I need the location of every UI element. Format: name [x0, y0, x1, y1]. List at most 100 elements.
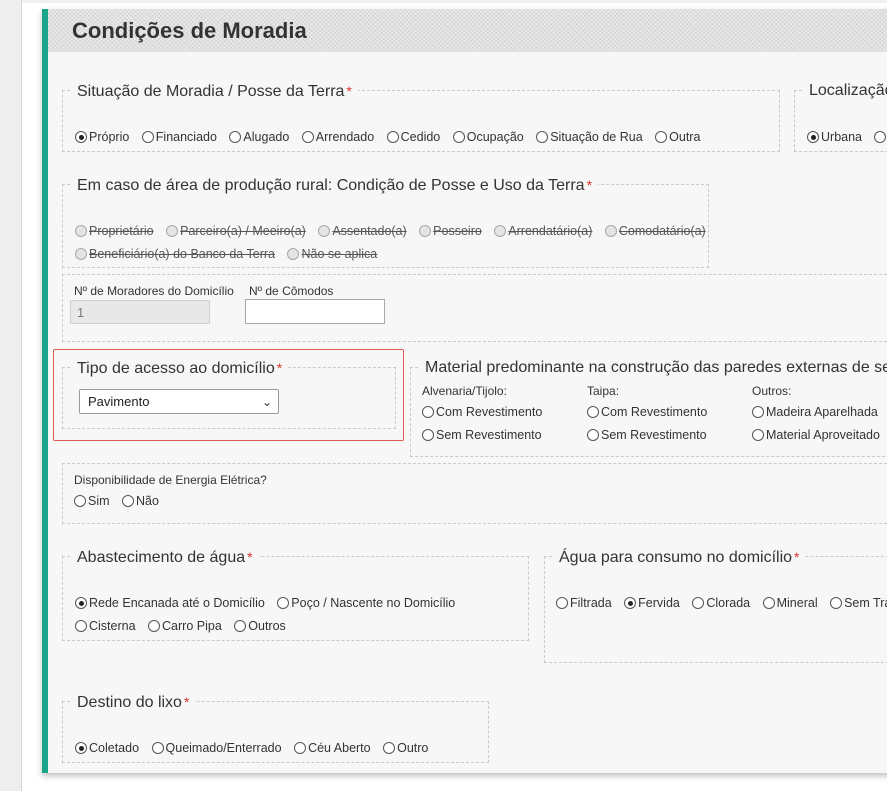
radio-carro-pipa[interactable]: Carro Pipa [148, 619, 222, 633]
radio-rede-encanada[interactable]: Rede Encanada até o Domicílio [75, 596, 265, 610]
radio-madeira-aparelhada[interactable]: Madeira Aparelhada [752, 405, 878, 419]
housing-situation-fieldset: Situação de Moradia / Posse da Terra * Pr… [62, 81, 780, 152]
water-supply-fieldset: Abastecimento de água * Rede Encanada até… [62, 547, 529, 641]
radio-situacao-de-rua[interactable]: Situação de Rua [536, 130, 643, 144]
radio-assentado[interactable]: Assentado(a) [318, 224, 407, 238]
radio-icon[interactable] [587, 406, 599, 418]
electricity-label: Disponibilidade de Energia Elétrica? [74, 473, 267, 487]
radio-icon[interactable] [692, 597, 705, 609]
radio-parceiro-meeiro[interactable]: Parceiro(a) / Meeiro(a) [166, 224, 306, 238]
rural-land-options-row2: Beneficiário(a) do Banco da Terra Não se… [75, 247, 386, 263]
radio-ocupacao[interactable]: Ocupação [452, 130, 524, 144]
radio-icon[interactable] [234, 620, 247, 632]
radio-icon[interactable] [422, 406, 434, 418]
radio-outro-lixo[interactable]: Outro [383, 741, 428, 755]
radio-icon[interactable] [148, 620, 161, 632]
radio-icon[interactable] [830, 597, 843, 609]
radio-nao-se-aplica[interactable]: Não se aplica [287, 247, 377, 261]
residents-fieldset: Nº de Moradores do Domicílio 1 Nº de Côm… [62, 274, 887, 342]
radio-icon[interactable] [74, 495, 86, 507]
radio-icon[interactable] [151, 742, 164, 754]
radio-icon[interactable] [419, 225, 432, 237]
rooms-input[interactable] [245, 299, 385, 324]
access-type-legend: Tipo de acesso ao domicílio * [71, 358, 289, 379]
radio-icon[interactable] [874, 131, 887, 143]
radio-icon[interactable] [422, 429, 434, 441]
radio-icon[interactable] [556, 597, 568, 609]
rural-land-fieldset: Em caso de área de produção rural: Condi… [62, 175, 709, 268]
housing-panel: Condições de Moradia Situação de Moradia… [42, 9, 887, 773]
radio-icon[interactable] [287, 248, 300, 260]
radio-icon[interactable] [122, 495, 135, 507]
radio-icon[interactable] [383, 742, 396, 754]
radio-material-aproveitado[interactable]: Material Aproveitado [752, 428, 880, 442]
access-type-select[interactable]: Pavimento ⌄ [79, 389, 279, 414]
radio-comodatario[interactable]: Comodatário(a) [604, 224, 706, 238]
radio-banco-da-terra[interactable]: Beneficiário(a) do Banco da Terra [75, 247, 275, 261]
radio-outra[interactable]: Outra [655, 130, 700, 144]
radio-alvenaria-sem[interactable]: Sem Revestimento [422, 428, 542, 442]
radio-posseiro[interactable]: Posseiro [419, 224, 482, 238]
radio-sim[interactable]: Sim [74, 494, 110, 508]
radio-icon[interactable] [75, 620, 87, 632]
radio-icon[interactable] [655, 131, 668, 143]
radio-arrendado[interactable]: Arrendado [301, 130, 374, 144]
radio-rural[interactable] [874, 131, 887, 143]
radio-icon[interactable] [229, 131, 242, 143]
radio-icon[interactable] [318, 225, 331, 237]
radio-clorada[interactable]: Clorada [692, 596, 750, 610]
radio-ceu-aberto[interactable]: Céu Aberto [294, 741, 371, 755]
radio-taipa-sem[interactable]: Sem Revestimento [587, 428, 707, 442]
radio-icon[interactable] [294, 742, 307, 754]
radio-fervida[interactable]: Fervida [624, 596, 680, 610]
radio-icon[interactable] [166, 225, 179, 237]
radio-outros-agua[interactable]: Outros [234, 619, 286, 633]
radio-icon[interactable] [604, 225, 617, 237]
residents-input[interactable]: 1 [70, 300, 210, 324]
housing-situation-legend: Situação de Moradia / Posse da Terra * [71, 81, 358, 102]
radio-coletado[interactable]: Coletado [75, 741, 139, 755]
radio-filtrada[interactable]: Filtrada [556, 596, 612, 610]
radio-cisterna[interactable]: Cisterna [75, 619, 136, 633]
radio-proprio[interactable]: Próprio [75, 130, 129, 144]
radio-alugado[interactable]: Alugado [229, 130, 289, 144]
wall-aproveitado: Material Aproveitado [752, 428, 887, 444]
radio-icon[interactable] [762, 597, 775, 609]
radio-queimado-enterrado[interactable]: Queimado/Enterrado [151, 741, 282, 755]
radio-poco-nascente[interactable]: Poço / Nascente no Domicílio [277, 596, 455, 610]
radio-arrendatario[interactable]: Arrendatário(a) [494, 224, 592, 238]
radio-mineral[interactable]: Mineral [762, 596, 818, 610]
radio-nao[interactable]: Não [122, 494, 159, 508]
radio-proprietario[interactable]: Proprietário [75, 224, 154, 238]
radio-icon[interactable] [494, 225, 507, 237]
radio-icon[interactable] [386, 131, 399, 143]
radio-cedido[interactable]: Cedido [386, 130, 440, 144]
radio-checked-icon[interactable] [75, 131, 87, 143]
radio-icon[interactable] [752, 429, 764, 441]
radio-sem-tratamento[interactable]: Sem Trat [830, 596, 887, 610]
location-options: Urbana [807, 130, 887, 146]
radio-icon[interactable] [141, 131, 154, 143]
radio-financiado[interactable]: Financiado [141, 130, 217, 144]
panel-accent-bar [42, 9, 48, 773]
radio-icon[interactable] [277, 597, 290, 609]
electricity-fieldset: Disponibilidade de Energia Elétrica? Sim… [62, 463, 887, 524]
radio-icon[interactable] [752, 406, 764, 418]
radio-icon[interactable] [75, 248, 87, 260]
radio-checked-icon[interactable] [75, 597, 87, 609]
radio-checked-icon[interactable] [624, 597, 637, 609]
electricity-options: Sim Não [74, 494, 168, 510]
radio-checked-icon[interactable] [75, 742, 87, 754]
radio-icon[interactable] [452, 131, 465, 143]
radio-icon[interactable] [301, 131, 314, 143]
waste-options: Coletado Queimado/Enterrado Céu Aberto O… [75, 741, 437, 757]
radio-checked-icon[interactable] [807, 131, 819, 143]
radio-icon[interactable] [536, 131, 549, 143]
radio-alvenaria-com[interactable]: Com Revestimento [422, 405, 542, 419]
radio-urbana[interactable]: Urbana [807, 130, 862, 144]
drinking-water-legend: Água para consumo no domicílio * [553, 547, 806, 568]
radio-icon[interactable] [587, 429, 599, 441]
wall-taipa-sem: Sem Revestimento [587, 428, 716, 444]
radio-icon[interactable] [75, 225, 87, 237]
radio-taipa-com[interactable]: Com Revestimento [587, 405, 707, 419]
